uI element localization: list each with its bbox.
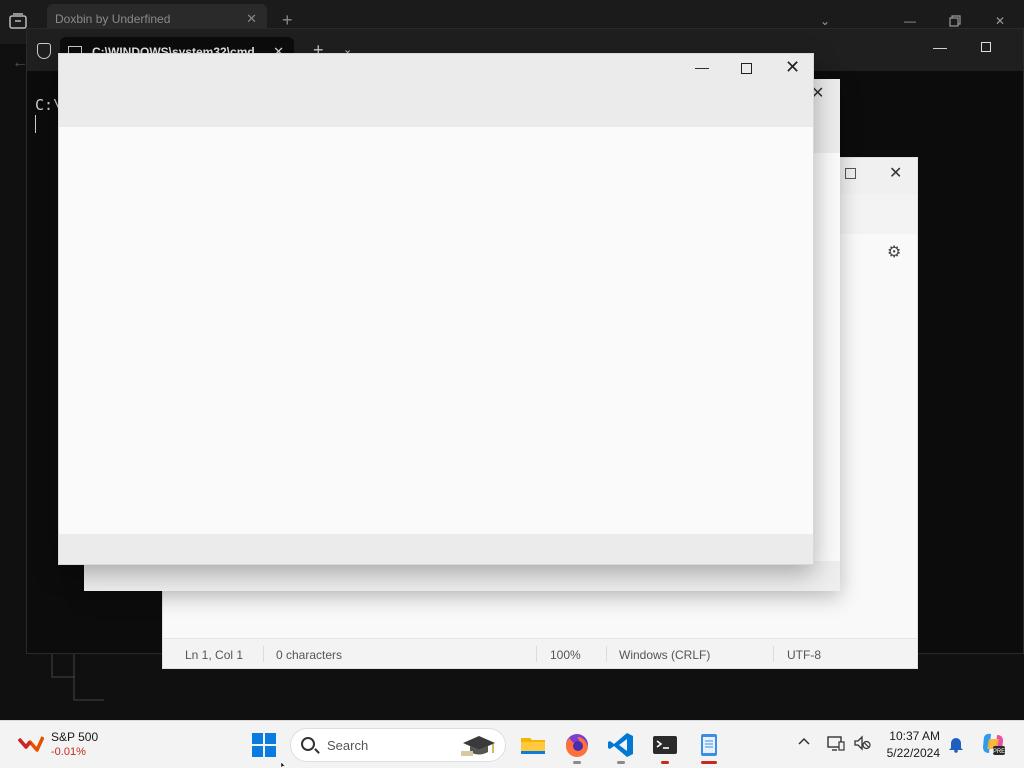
stock-chart-icon[interactable]	[18, 733, 44, 753]
notepad-active-indicator	[701, 761, 717, 764]
network-icon[interactable]	[827, 734, 845, 752]
volume-muted-icon[interactable]	[853, 734, 871, 752]
vscode-running-indicator	[617, 761, 625, 764]
stock-name[interactable]: S&P 500	[51, 730, 98, 744]
clock-time[interactable]: 10:37 AM	[888, 729, 940, 743]
copilot-icon[interactable]: PRE	[980, 731, 1006, 757]
terminal-minimize-icon[interactable]: —	[933, 39, 947, 55]
status-position: Ln 1, Col 1	[185, 648, 244, 662]
vscode-icon[interactable]	[605, 729, 637, 764]
mouse-cursor-icon	[281, 762, 287, 768]
dialog-close-icon[interactable]: ✕	[785, 57, 800, 78]
chevron-up-icon[interactable]	[797, 735, 811, 749]
dialog-front-body	[59, 127, 813, 534]
status-encoding: UTF-8	[787, 648, 821, 662]
notepad-maximize-icon[interactable]	[845, 168, 856, 179]
status-divider	[263, 646, 264, 662]
status-divider	[773, 646, 774, 662]
window-outline-decoration	[51, 650, 104, 701]
dialog-back-footer	[84, 561, 840, 591]
browser-minimize-icon[interactable]: —	[904, 14, 916, 28]
svg-text:PRE: PRE	[993, 749, 1005, 755]
terminal-cursor	[35, 115, 36, 133]
status-characters: 0 characters	[276, 648, 343, 662]
graduation-cap-icon	[461, 736, 495, 756]
search-icon	[301, 737, 315, 751]
dialog-front-title-bar: — ✕	[59, 54, 813, 127]
dialog-maximize-icon[interactable]	[741, 63, 752, 74]
stock-change[interactable]: -0.01%	[51, 746, 86, 758]
terminal-app-icon[interactable]	[649, 729, 681, 764]
file-explorer-icon[interactable]	[517, 729, 549, 761]
notepad-status-bar: Ln 1, Col 1 0 characters 100% Windows (C…	[163, 638, 917, 668]
firefox-icon[interactable]	[561, 729, 593, 764]
browser-restore-icon[interactable]	[949, 15, 961, 27]
status-line-ending: Windows (CRLF)	[619, 648, 711, 662]
taskbar: S&P 500 -0.01% Search 10:37 AM 5/22/2024…	[0, 720, 1024, 768]
dialog-minimize-icon[interactable]: —	[695, 59, 709, 75]
browser-tab-title: Doxbin by Underfined	[55, 12, 171, 26]
windows-start-icon[interactable]	[252, 733, 276, 757]
taskbar-search-box[interactable]: Search	[290, 728, 506, 762]
terminal-running-indicator	[661, 761, 669, 764]
terminal-maximize-icon[interactable]	[981, 42, 991, 52]
search-placeholder: Search	[327, 738, 369, 753]
status-zoom[interactable]: 100%	[550, 648, 581, 662]
dialog-front-footer	[59, 534, 813, 564]
notepad-close-icon[interactable]: ✕	[889, 163, 902, 183]
browser-tab-list-icon[interactable]: ⌄	[820, 14, 830, 28]
status-divider	[536, 646, 537, 662]
gear-icon[interactable]: ⚙	[887, 242, 901, 262]
notepad-app-icon[interactable]	[693, 729, 725, 764]
browser-close-icon[interactable]: ✕	[995, 14, 1005, 28]
firefox-running-indicator	[573, 761, 581, 764]
shield-icon	[37, 43, 51, 59]
notification-bell-icon[interactable]	[948, 735, 964, 753]
clock-date[interactable]: 5/22/2024	[878, 746, 940, 760]
blank-dialog-front[interactable]: — ✕	[58, 53, 814, 565]
status-divider	[606, 646, 607, 662]
